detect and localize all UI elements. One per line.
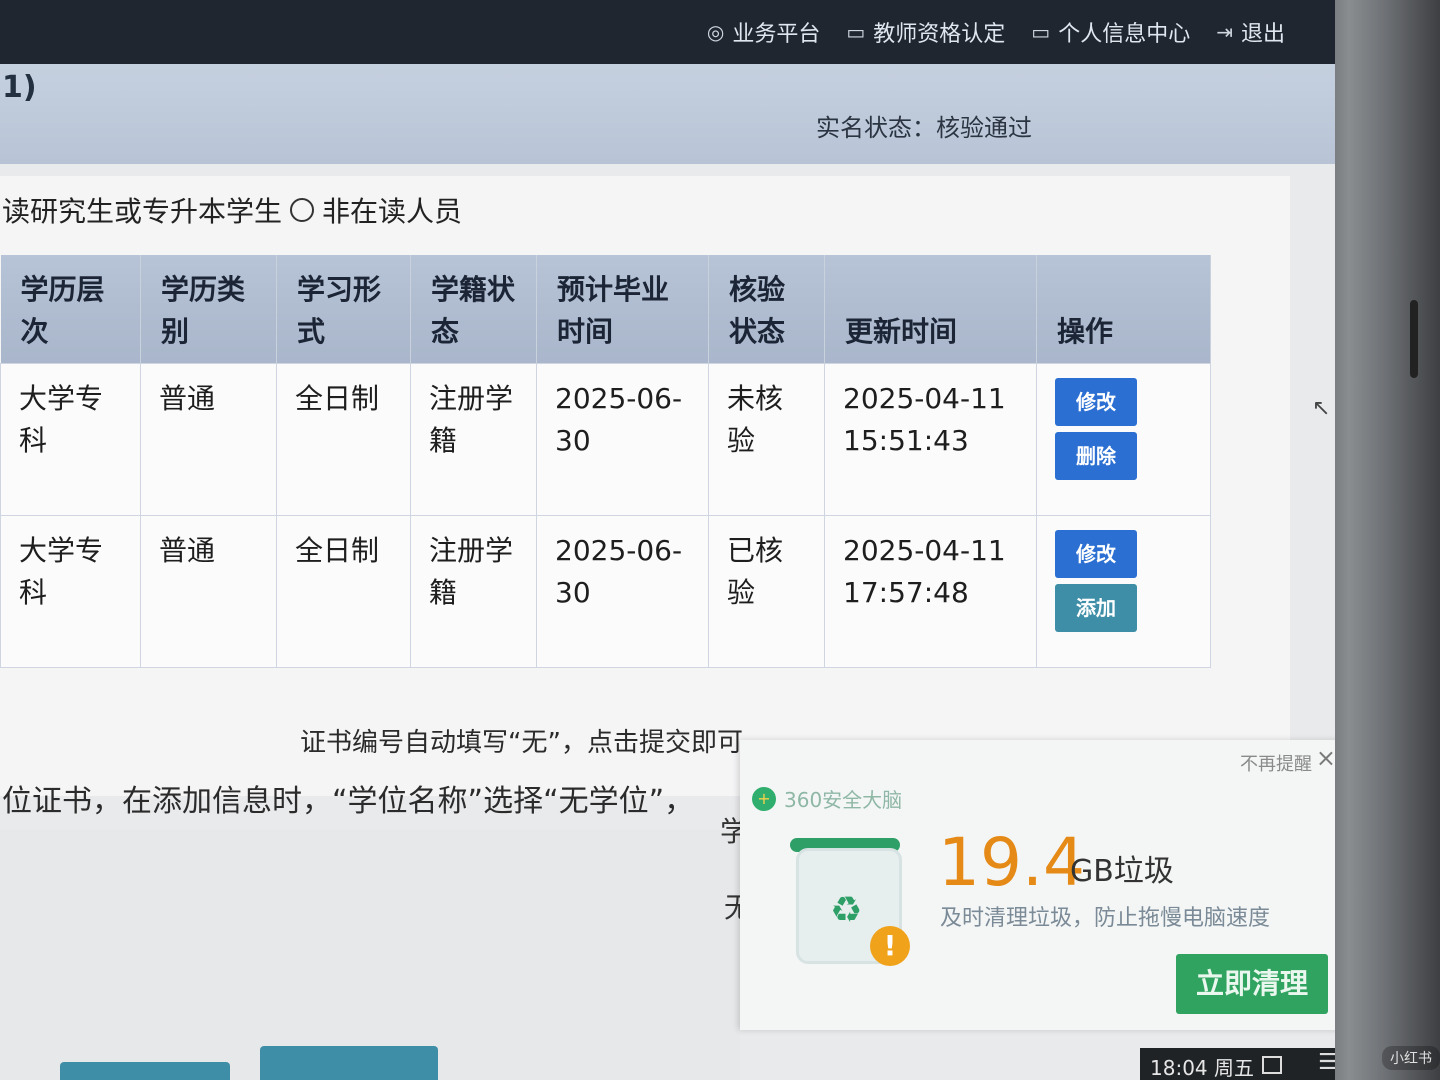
popup-brand: + 360安全大脑	[752, 784, 902, 813]
edit-button[interactable]: 修改	[1055, 530, 1137, 578]
nav-item-profile[interactable]: ▭ 个人信息中心	[1031, 16, 1190, 48]
logout-icon: ⇥	[1216, 20, 1233, 44]
brand-logo-icon: +	[752, 786, 776, 811]
add-button[interactable]: 添加	[1055, 584, 1137, 632]
clean-now-button[interactable]: 立即清理	[1176, 954, 1328, 1014]
col-header: 操作	[1036, 255, 1211, 364]
brand-name: 360安全大脑	[784, 788, 903, 812]
show-desktop-icon[interactable]	[1262, 1056, 1282, 1074]
cell-verify: 未核验	[708, 363, 825, 516]
table-header-row: 学历层次 学历类别 学习形式 学籍状态 预计毕业时间 核验状态 更新时间 操作	[0, 255, 1211, 364]
table-row: 大学专科 普通 全日制 注册学籍 2025-06-30 未核验 2025-04-…	[0, 363, 1211, 516]
cell-mode: 全日制	[276, 515, 411, 668]
lower-form-area	[0, 830, 740, 1080]
col-header: 学习形式	[276, 255, 411, 364]
cell-mode: 全日制	[276, 363, 411, 516]
cell-level: 大学专科	[0, 515, 141, 668]
nav-item-teacher-cert[interactable]: ▭ 教师资格认定	[846, 16, 1005, 48]
trash-unit: GB垃圾	[1070, 854, 1174, 889]
cell-category: 普通	[140, 515, 277, 668]
radio-non-student[interactable]	[290, 198, 315, 222]
screen: ◎ 业务平台 ▭ 教师资格认定 ▭ 个人信息中心 ⇥ 退出 1) 实名状态：核验…	[0, 0, 1335, 1080]
no-remind-link[interactable]: 不再提醒	[1240, 750, 1312, 776]
cell-level: 大学专科	[0, 363, 141, 516]
col-header: 学历层次	[0, 255, 141, 364]
cell-actions: 修改 添加	[1036, 515, 1211, 668]
nav-label: 教师资格认定	[873, 22, 1006, 47]
instruction-line-1: 证书编号自动填写“无”，点击提交即可。	[300, 728, 769, 758]
cell-updated: 2025-04-11 15:51:43	[824, 363, 1037, 516]
table-row: 大学专科 普通 全日制 注册学籍 2025-06-30 已核验 2025-04-…	[0, 515, 1211, 668]
nav-label: 个人信息中心	[1058, 22, 1191, 47]
monitor-icon: ▭	[1031, 20, 1051, 44]
col-header: 学历类别	[140, 255, 277, 364]
taskbar-clock: 18:04 周五	[1150, 1056, 1254, 1080]
nav-item-platform[interactable]: ◎ 业务平台	[707, 16, 820, 48]
cell-status: 注册学籍	[410, 363, 537, 516]
nav-label: 退出	[1240, 22, 1285, 47]
cell-verify: 已核验	[708, 515, 825, 668]
close-icon[interactable]: ×	[1316, 744, 1335, 772]
notification-icon[interactable]: ☰	[1318, 1050, 1335, 1075]
monitor-icon: ▭	[846, 20, 866, 44]
recycle-icon: ♻	[830, 890, 863, 931]
instruction-line-2: 位证书，在添加信息时，“学位名称”选择“无学位”，	[2, 784, 695, 819]
delete-button[interactable]: 删除	[1055, 432, 1137, 480]
education-table: 学历层次 学历类别 学习形式 学籍状态 预计毕业时间 核验状态 更新时间 操作 …	[0, 255, 1211, 668]
bezel-notch	[1410, 300, 1418, 378]
updated-date: 2025-04-11	[843, 382, 1006, 415]
cleanup-tip: 及时清理垃圾，防止拖慢电脑速度	[940, 906, 1271, 931]
real-name-status: 实名状态：核验通过	[816, 114, 1032, 142]
updated-time: 15:51:43	[843, 424, 969, 457]
cell-category: 普通	[140, 363, 277, 516]
bottom-button-2[interactable]	[260, 1046, 438, 1080]
cell-grad-date: 2025-06-30	[536, 363, 709, 516]
updated-time: 17:57:48	[843, 576, 969, 609]
mouse-cursor-icon: ↖	[1312, 396, 1331, 421]
trash-amount: 19.4	[938, 824, 1085, 901]
top-navigation-bar: ◎ 业务平台 ▭ 教师资格认定 ▭ 个人信息中心 ⇥ 退出	[0, 0, 1335, 64]
col-header: 学籍状态	[410, 255, 537, 364]
cell-grad-date: 2025-06-30	[536, 515, 709, 668]
student-type-selector: 读研究生或专升本学生 非在读人员	[2, 190, 462, 230]
nav-item-logout[interactable]: ⇥ 退出	[1216, 16, 1285, 48]
platform-icon: ◎	[706, 20, 725, 44]
alert-icon: !	[870, 926, 910, 966]
option-student-label: 读研究生或专升本学生	[2, 195, 283, 228]
cleanup-popup: 不再提醒 × + 360安全大脑 ♻ ! 19.4 GB垃圾 及时清理垃圾，防止…	[740, 740, 1335, 1030]
edit-button[interactable]: 修改	[1055, 378, 1137, 426]
cell-status: 注册学籍	[410, 515, 537, 668]
option-non-student-label: 非在读人员	[322, 195, 463, 228]
updated-date: 2025-04-11	[843, 534, 1006, 567]
col-header: 预计毕业时间	[536, 255, 709, 364]
page-title: 1)	[2, 70, 37, 105]
cell-updated: 2025-04-11 17:57:48	[824, 515, 1037, 668]
watermark: 小红书	[1382, 1046, 1440, 1070]
nav-label: 业务平台	[732, 22, 821, 47]
header-band	[0, 64, 1335, 164]
col-header: 核验状态	[708, 255, 825, 364]
bottom-button-1[interactable]	[60, 1062, 230, 1080]
col-header: 更新时间	[824, 255, 1037, 364]
cell-actions: 修改 删除	[1036, 363, 1211, 516]
